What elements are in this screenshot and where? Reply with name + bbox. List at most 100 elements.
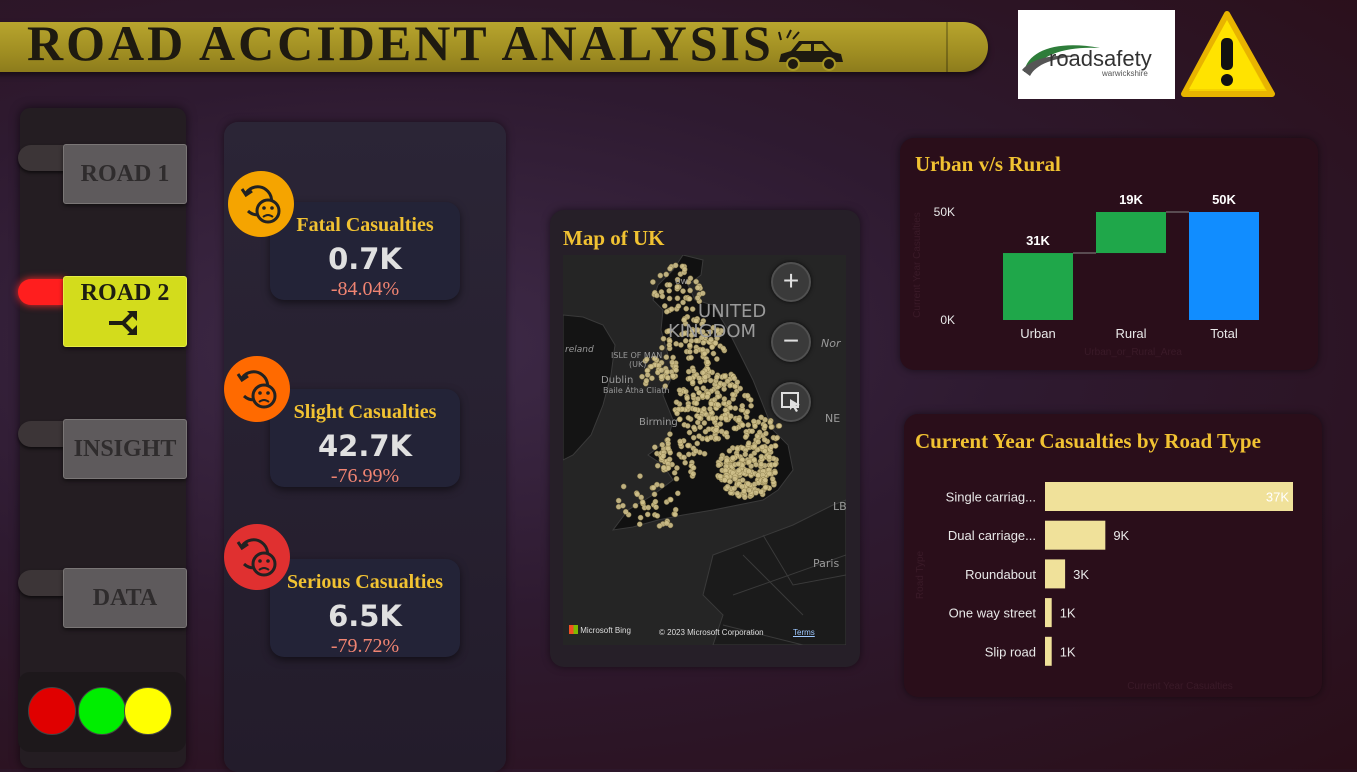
accident-dot [622, 508, 629, 515]
accident-dot [747, 397, 754, 403]
slight-casualty-icon [224, 356, 290, 422]
accident-dot [656, 523, 663, 529]
accident-dot [756, 429, 763, 436]
accident-dot [680, 288, 686, 294]
accident-dot [751, 443, 758, 450]
map-label-isle: ISLE OF MAN [611, 351, 663, 360]
accident-dot [663, 520, 670, 527]
road-split-icon [109, 311, 137, 335]
accident-dot [666, 295, 673, 302]
accident-dot [721, 477, 728, 483]
accident-dot [720, 345, 727, 352]
accident-dot [750, 418, 757, 425]
nav-button-data[interactable]: DATA [63, 568, 187, 628]
accident-dot [668, 306, 675, 312]
nav-button-road1[interactable]: ROAD 1 [63, 144, 187, 204]
accident-dot [758, 414, 765, 421]
accident-dot [667, 265, 673, 272]
accident-dot [692, 406, 698, 413]
rt-category-label: Roundabout [965, 567, 1036, 582]
accident-dot [687, 287, 693, 294]
accident-dot [663, 308, 670, 315]
accident-dot [726, 399, 732, 406]
accident-dot [707, 406, 713, 412]
accident-dot [728, 413, 734, 420]
accident-dot [739, 483, 745, 490]
kpi-value: 42.7K [317, 429, 413, 463]
accident-dot [685, 442, 691, 449]
map-zoom-in-button[interactable]: + [771, 262, 811, 302]
accident-dot [673, 475, 680, 482]
nav-button-insight[interactable]: INSIGHT [63, 419, 187, 479]
rt-value-label: 9K [1113, 528, 1129, 543]
accident-dot [715, 462, 722, 469]
accident-dot [686, 295, 693, 302]
accident-dot [755, 472, 762, 479]
accident-dot [724, 378, 731, 385]
accident-dot [674, 465, 680, 471]
serious-casualty-icon [224, 524, 290, 590]
accident-dot [673, 340, 679, 347]
accident-dot [650, 484, 657, 491]
accident-dot [753, 489, 759, 496]
accident-dot [714, 374, 720, 381]
accident-dot [732, 405, 739, 412]
accident-dot [674, 490, 681, 497]
accident-dot [758, 453, 765, 460]
nav-tab-insight [18, 421, 66, 447]
map-terms-link[interactable]: Terms [793, 628, 815, 637]
nav-button-road2[interactable]: ROAD 2 [63, 276, 187, 347]
accident-dot [615, 497, 622, 504]
accident-dot [769, 476, 776, 482]
accident-dot [670, 372, 676, 379]
accident-dot [683, 305, 690, 312]
accident-dot [731, 425, 738, 432]
rt-category-label: Single carriag... [946, 490, 1036, 505]
accident-dot [643, 377, 650, 384]
accident-dot [732, 383, 738, 390]
accident-dot [701, 420, 708, 426]
accident-dot [734, 490, 741, 497]
kpi-label: Serious Casualties [286, 571, 444, 593]
map-label-birmingham: Birming [639, 417, 678, 428]
rt-bar [1045, 520, 1106, 550]
accident-dot [701, 350, 708, 357]
accident-dot [649, 375, 655, 382]
accident-dot [746, 487, 752, 494]
accident-dot [723, 457, 730, 464]
rt-bar [1045, 598, 1052, 628]
ur-bar [1096, 212, 1166, 254]
accident-dot [721, 373, 728, 380]
accident-dot [663, 271, 670, 278]
nav-tab-road2-active-indicator [18, 279, 66, 305]
red-light-icon [28, 687, 76, 735]
accident-dot [685, 368, 692, 375]
accident-dot [651, 444, 658, 451]
accident-dot [685, 451, 692, 458]
accident-dot [722, 467, 729, 474]
accident-dot [658, 367, 665, 374]
map-label-dublin: Dublin [601, 375, 634, 386]
uk-map[interactable]: UNITED KINGDOM ISLE OF MAN (UK) Dublin B… [563, 255, 846, 645]
accident-dot [763, 430, 769, 437]
accident-dot [721, 396, 728, 402]
accident-dot [681, 454, 687, 461]
map-label-ireland: reland [565, 345, 594, 355]
bing-attribution-text: Microsoft Bing [580, 626, 631, 635]
accident-dot [731, 485, 738, 492]
accident-dot [717, 473, 724, 480]
map-label-glasgow: ow [675, 277, 688, 287]
kpi-change: -79.72% [330, 635, 400, 657]
accident-dot [661, 303, 668, 309]
map-zoom-out-button[interactable]: − [771, 322, 811, 362]
accident-dot [659, 293, 666, 300]
accident-dot [768, 443, 775, 450]
map-select-icon[interactable] [771, 382, 811, 422]
accident-dot [686, 348, 693, 355]
accident-dot [644, 372, 651, 378]
accident-dot [776, 422, 783, 429]
map-label-country2: KINGDOM [668, 321, 757, 342]
accident-dot [676, 416, 683, 423]
nav-tab-data [18, 570, 66, 596]
accident-dot [659, 344, 665, 351]
